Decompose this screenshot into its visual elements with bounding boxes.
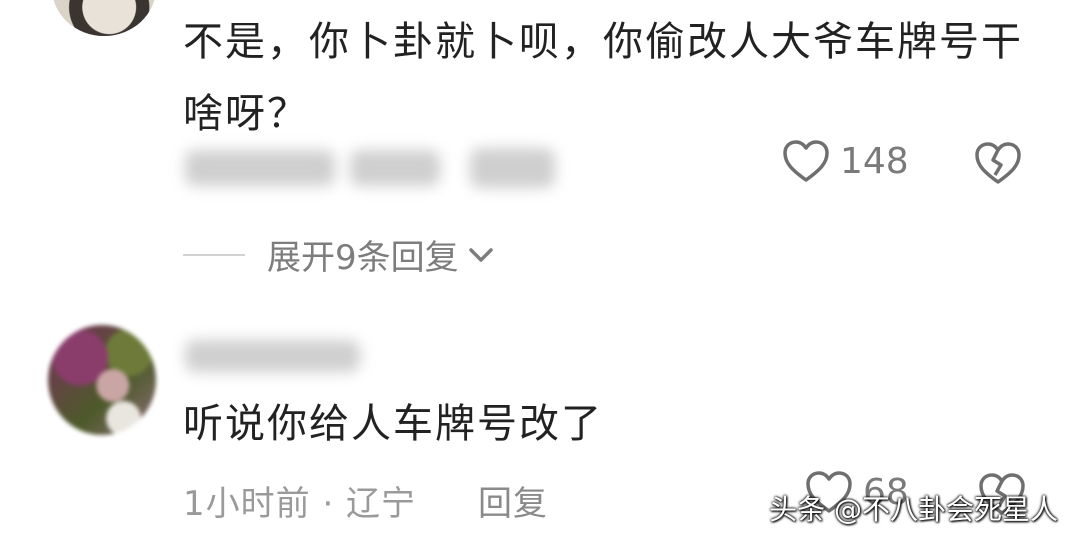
blurred-meta [350,150,440,186]
broken-heart-icon [975,142,1021,184]
divider-line [183,253,245,256]
watermark: 头条 @不八卦会死星人 [769,493,1058,526]
blurred-reply-button[interactable] [470,148,555,188]
like-button[interactable]: 148 [782,139,909,183]
commenter-avatar[interactable] [52,0,156,36]
heart-icon [783,140,829,182]
dislike-button[interactable] [974,141,1022,185]
chevron-down-icon [468,247,493,262]
comment-text: 听说你给人车牌号改了 [183,401,603,447]
comment-text: 不是，你卜卦就卜呗，你偷改人大爷车牌号干啥呀？ [183,19,1023,137]
blurred-meta [185,150,335,186]
reply-button[interactable]: 回复 [478,476,548,525]
like-count: 148 [840,140,909,182]
expand-replies-button[interactable]: 展开9条回复 [183,230,495,279]
comment-time-location: 1小时前 · 辽宁 [183,484,417,524]
commenter-avatar[interactable] [48,325,156,435]
blurred-username [185,340,360,372]
expand-replies-label: 展开9条回复 [267,238,459,278]
